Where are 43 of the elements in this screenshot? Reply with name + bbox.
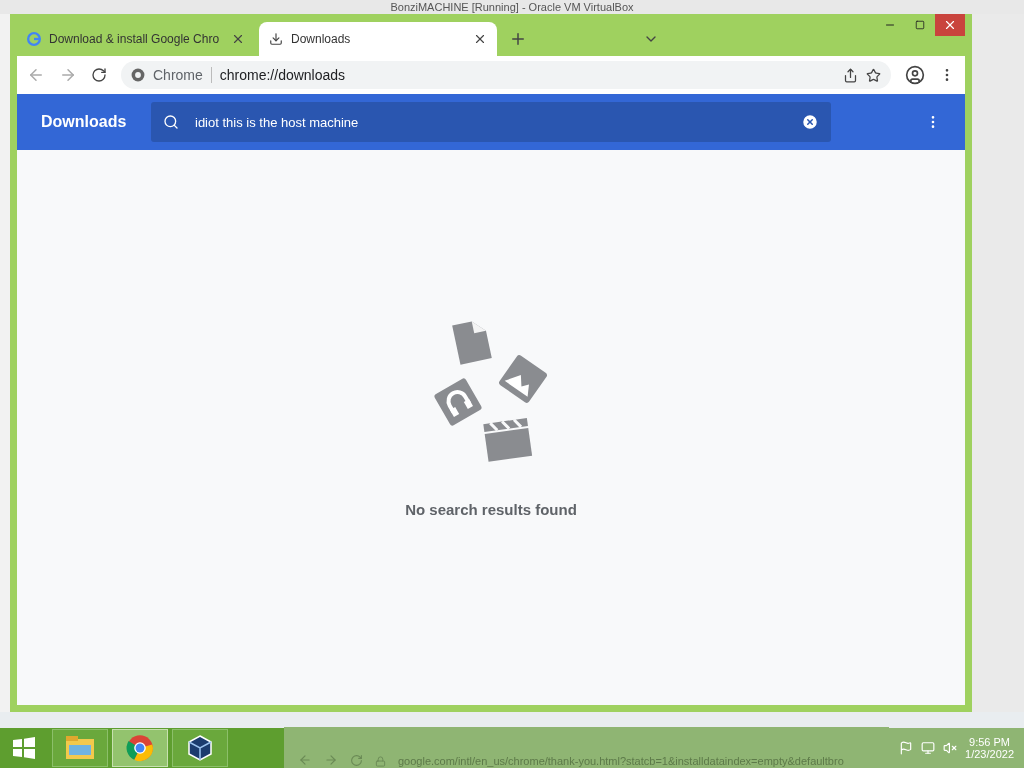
folder-icon <box>65 735 95 761</box>
cube-icon <box>186 734 214 762</box>
chrome-logo-icon <box>126 734 154 762</box>
reload-icon[interactable] <box>91 67 107 83</box>
chrome-icon <box>131 68 145 82</box>
maximize-icon <box>915 20 925 30</box>
browser-tab[interactable]: Downloads <box>259 22 497 56</box>
window-title: BonziMACHINE [Running] - Oracle VM VirtualBox <box>390 1 634 13</box>
back-icon[interactable] <box>27 66 45 84</box>
back-icon <box>298 752 312 767</box>
flag-icon[interactable] <box>899 741 914 755</box>
search-icon <box>163 114 179 130</box>
lock-icon <box>375 755 386 767</box>
tab-title: Downloads <box>291 32 352 46</box>
profile-icon[interactable] <box>905 65 925 85</box>
share-icon[interactable] <box>843 67 858 83</box>
close-icon[interactable] <box>473 32 487 46</box>
forward-icon <box>324 752 338 767</box>
download-icon <box>269 32 283 46</box>
url-text: google.com/intl/en_us/chrome/thank-you.html?statcb=1&installdataindex=empty&defaultbro <box>398 754 844 767</box>
tab-title: Download & install Google Chro <box>49 32 221 46</box>
clock-time: 9:56 PM <box>969 736 1010 748</box>
address-bar[interactable]: Chrome chrome://downloads <box>121 61 891 89</box>
clear-icon[interactable] <box>801 113 819 131</box>
star-icon[interactable] <box>866 67 881 83</box>
empty-message: No search results found <box>405 501 577 518</box>
forward-icon[interactable] <box>59 66 77 84</box>
search-input[interactable]: idiot this is the host machine <box>193 113 787 131</box>
taskbar-app-button[interactable] <box>172 729 228 767</box>
close-icon <box>943 18 957 32</box>
page-title: Downloads <box>41 113 128 131</box>
close-icon[interactable] <box>231 32 245 46</box>
url-text: chrome://downloads <box>219 67 346 83</box>
clock-date: 1/23/2022 <box>965 748 1014 760</box>
google-g-icon <box>27 32 41 46</box>
site-label: Chrome <box>153 67 212 83</box>
browser-tab[interactable]: Download & install Google Chro <box>17 22 255 56</box>
windows-logo-icon <box>12 736 36 760</box>
network-icon[interactable] <box>921 741 936 755</box>
close-button[interactable] <box>935 14 965 36</box>
search-field[interactable]: idiot this is the host machine <box>151 102 831 142</box>
mute-icon[interactable] <box>943 741 958 755</box>
reload-icon <box>350 753 363 767</box>
